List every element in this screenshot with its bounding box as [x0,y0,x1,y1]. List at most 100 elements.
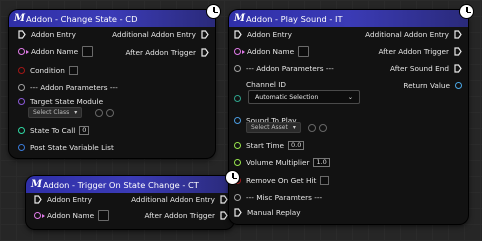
struct-pin-icon[interactable] [18,84,25,91]
pin-channel-id[interactable] [234,95,241,102]
m-macro-icon: M [14,13,26,24]
pin-label: After Sound End [389,64,449,73]
state-to-call-input[interactable]: 0 [79,126,90,135]
channel-id-value: Automatic Selection [255,93,319,101]
clock-icon [459,4,474,19]
remove-on-get-hit-checkbox[interactable] [320,176,330,185]
exec-pin-icon[interactable] [234,30,242,39]
struct-pin-icon[interactable] [234,194,241,201]
pin-after-addon-trigger[interactable]: After Addon Trigger [125,48,209,57]
pin-after-addon-trigger[interactable]: After Addon Trigger [144,211,228,220]
pin-label: State To Call [30,126,76,135]
node-play-sound[interactable]: M Addon - Play Sound - IT Addon Entry Ad… [229,4,474,224]
pin-start-time[interactable]: Start Time 0.0 [234,141,305,150]
node-header[interactable]: M Addon - Play Sound - IT [229,10,468,27]
pin-label: Additional Addon Entry [112,30,196,39]
pin-addon-parameters[interactable]: --- Addon Parameters --- [234,64,334,73]
pin-addon-entry[interactable]: Addon Entry [34,195,92,204]
pin-label: Additional Addon Entry [131,195,215,204]
exec-pin-icon[interactable] [201,30,209,39]
exec-pin-icon[interactable] [454,64,462,73]
clock-icon [225,170,240,185]
select-asset-label: Select Asset [251,124,288,131]
browse-icon[interactable] [106,109,114,117]
pin-label: Addon Entry [31,30,76,39]
exec-pin-icon[interactable] [454,47,462,56]
select-asset-dropdown[interactable]: Select Asset ▾ [246,122,301,133]
select-class-label: Select Class [33,109,70,116]
use-selected-icon[interactable] [95,109,103,117]
bool-pin-icon[interactable] [18,67,25,74]
pin-remove-on-get-hit[interactable]: Remove On Get Hit [234,176,330,185]
node-header[interactable]: M Addon - Change State - CD [9,10,215,27]
pin-arrow-icon [26,49,29,54]
string-pin-icon[interactable] [18,48,25,55]
byte-pin-icon[interactable] [234,95,241,102]
m-macro-icon: M [31,179,43,190]
pin-manual-replay[interactable]: Manual Replay [234,208,301,217]
node-title: Addon - Trigger On State Change - CT [43,179,199,190]
exec-pin-icon[interactable] [201,48,209,57]
select-class-dropdown[interactable]: Select Class ▾ [28,107,83,118]
pin-label: Addon Name [31,47,79,56]
object-pin-icon[interactable] [455,82,462,89]
float-pin-icon[interactable] [234,142,241,149]
pin-state-to-call[interactable]: State To Call 0 [18,126,90,135]
pin-label: Return Value [403,81,450,90]
pin-label: After Addon Trigger [144,211,215,220]
pin-addon-name[interactable]: Addon Name [234,46,310,57]
float-pin-icon[interactable] [234,159,241,166]
pin-label: Channel ID [246,80,287,89]
node-title: Addon - Change State - CD [26,13,138,24]
string-pin-icon[interactable] [234,48,241,55]
chevron-down-icon: ▾ [74,109,78,116]
pin-condition[interactable]: Condition [18,66,78,75]
string-pin-icon[interactable] [34,212,41,219]
exec-pin-icon[interactable] [34,195,42,204]
pin-additional-addon-entry[interactable]: Additional Addon Entry [112,30,209,39]
pin-label: --- Misc Paramters --- [246,193,323,202]
class-pin-icon[interactable] [18,98,25,105]
array-pin-icon[interactable] [18,144,25,151]
addon-name-checkbox[interactable] [298,46,310,57]
pin-after-addon-trigger[interactable]: After Addon Trigger [378,47,462,56]
addon-name-checkbox[interactable] [82,46,94,57]
node-header[interactable]: M Addon - Trigger On State Change - CT [26,176,234,193]
pin-label: Remove On Get Hit [246,176,317,185]
channel-id-label-row: Channel ID [246,80,286,89]
exec-pin-icon[interactable] [220,195,228,204]
node-title: Addon - Play Sound - IT [246,13,343,24]
volume-multiplier-input[interactable]: 1.0 [313,158,330,167]
exec-pin-icon[interactable] [18,30,26,39]
browse-icon[interactable] [319,124,327,132]
start-time-input[interactable]: 0.0 [288,141,305,150]
pin-after-sound-end[interactable]: After Sound End [390,64,462,73]
node-trigger-on-state-change[interactable]: M Addon - Trigger On State Change - CT A… [26,170,240,229]
exec-pin-icon[interactable] [220,211,228,220]
node-change-state[interactable]: M Addon - Change State - CD Addon Entry … [9,4,221,158]
pin-label: --- Addon Parameters --- [30,83,118,92]
pin-arrow-icon [42,213,45,218]
use-selected-icon[interactable] [308,124,316,132]
exec-pin-icon[interactable] [454,30,462,39]
pin-addon-entry[interactable]: Addon Entry [234,30,292,39]
struct-pin-icon[interactable] [234,65,241,72]
pin-misc-parameters[interactable]: --- Misc Paramters --- [234,193,322,202]
pin-return-value[interactable]: Return Value [403,81,462,90]
condition-checkbox[interactable] [68,66,78,75]
addon-name-checkbox[interactable] [98,210,110,221]
pin-additional-addon-entry[interactable]: Additional Addon Entry [365,30,462,39]
pin-addon-name[interactable]: Addon Name [34,210,110,221]
pin-volume-multiplier[interactable]: Volume Multiplier 1.0 [234,158,330,167]
exec-pin-icon[interactable] [234,208,242,217]
pin-addon-parameters[interactable]: --- Addon Parameters --- [18,83,118,92]
pin-label: Addon Entry [47,195,92,204]
object-pin-icon[interactable] [234,117,241,124]
pin-target-state-module[interactable]: Target State Module [18,97,103,106]
pin-addon-name[interactable]: Addon Name [18,46,94,57]
int-pin-icon[interactable] [18,127,25,134]
pin-additional-addon-entry[interactable]: Additional Addon Entry [131,195,228,204]
pin-post-state-variable-list[interactable]: Post State Variable List [18,143,114,152]
channel-id-dropdown[interactable]: Automatic Selection ⌄ [248,90,360,104]
pin-addon-entry[interactable]: Addon Entry [18,30,76,39]
